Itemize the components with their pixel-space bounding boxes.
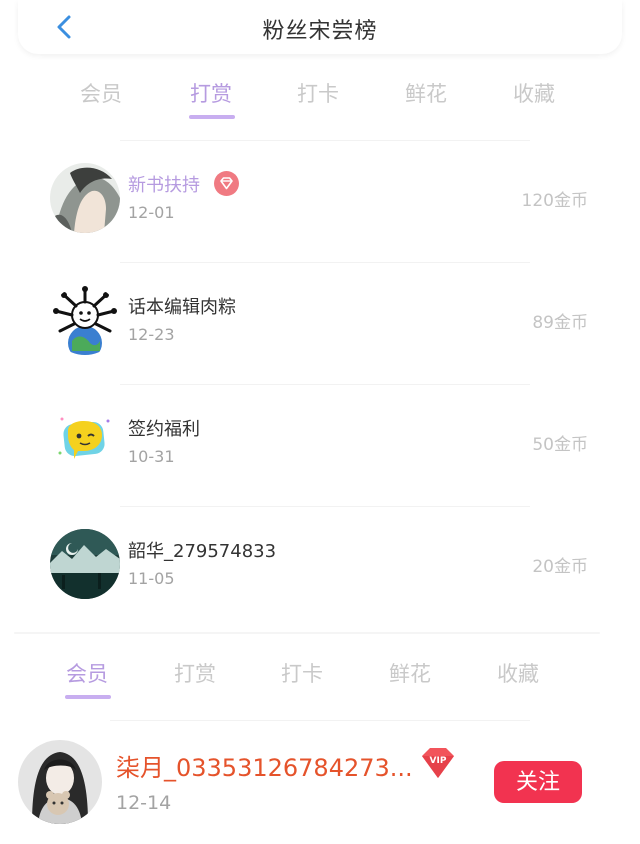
- top-bar: 粉丝宋尝榜: [18, 0, 622, 54]
- tab-checkin[interactable]: 打卡: [281, 658, 323, 688]
- tab-member[interactable]: 会员: [80, 78, 122, 108]
- page-title: 粉丝宋尝榜: [262, 19, 378, 44]
- tab-favorites[interactable]: 收藏: [497, 658, 539, 688]
- list-item-name: 韶华_279574833: [128, 541, 277, 562]
- tab-bar-bottom: 会员 打赏 打卡 鲜花 收藏: [0, 652, 640, 706]
- list-item-amount: 50金币: [532, 435, 588, 455]
- avatar: [18, 740, 102, 824]
- list-item-amount: 20金币: [532, 557, 588, 577]
- member-row[interactable]: 柒月_03353126784273... VIP 12-14 关注: [0, 724, 640, 844]
- list-item-date: 12-23: [128, 325, 175, 344]
- tab-member[interactable]: 会员: [66, 658, 108, 688]
- avatar: [50, 285, 120, 355]
- divider: [110, 720, 530, 721]
- tab-reward[interactable]: 打赏: [174, 658, 216, 688]
- list-item-date: 11-05: [128, 569, 175, 588]
- avatar: [50, 163, 120, 233]
- member-name: 柒月_03353126784273...: [116, 754, 413, 782]
- list-item-date: 10-31: [128, 447, 175, 466]
- divider: [120, 384, 530, 385]
- divider: [120, 262, 530, 263]
- vip-label: VIP: [430, 756, 447, 766]
- follow-button[interactable]: 关注: [494, 761, 582, 803]
- tab-checkin[interactable]: 打卡: [297, 78, 339, 108]
- vip-diamond-badge-icon: VIP: [422, 748, 454, 778]
- member-date: 12-14: [116, 792, 172, 814]
- avatar: [50, 407, 120, 477]
- list-item-name: 签约福利: [128, 419, 200, 440]
- list-item-name: 话本编辑肉粽: [128, 297, 236, 318]
- diamond-badge-icon: [214, 171, 239, 196]
- list-item-name: 新书扶持: [128, 175, 200, 196]
- tab-flowers[interactable]: 鲜花: [405, 78, 447, 108]
- tab-reward[interactable]: 打赏: [190, 78, 232, 108]
- list-item[interactable]: 签约福利 10-31 50金币: [0, 386, 640, 506]
- list-item-amount: 89金币: [532, 313, 588, 333]
- tab-bar-top: 会员 打赏 打卡 鲜花 收藏: [0, 72, 640, 126]
- list-item-date: 12-01: [128, 203, 175, 222]
- active-tab-indicator: [65, 695, 111, 699]
- list-item[interactable]: 话本编辑肉粽 12-23 89金币: [0, 264, 640, 384]
- section-divider: [14, 632, 600, 634]
- list-item[interactable]: 韶华_279574833 11-05 20金币: [0, 508, 640, 628]
- active-tab-indicator: [189, 115, 235, 119]
- divider: [120, 140, 530, 141]
- list-item[interactable]: 新书扶持 12-01 120金币: [0, 142, 640, 262]
- tab-favorites[interactable]: 收藏: [513, 78, 555, 108]
- divider: [120, 506, 530, 507]
- list-item-amount: 120金币: [521, 191, 588, 211]
- tab-flowers[interactable]: 鲜花: [389, 658, 431, 688]
- avatar: [50, 529, 120, 599]
